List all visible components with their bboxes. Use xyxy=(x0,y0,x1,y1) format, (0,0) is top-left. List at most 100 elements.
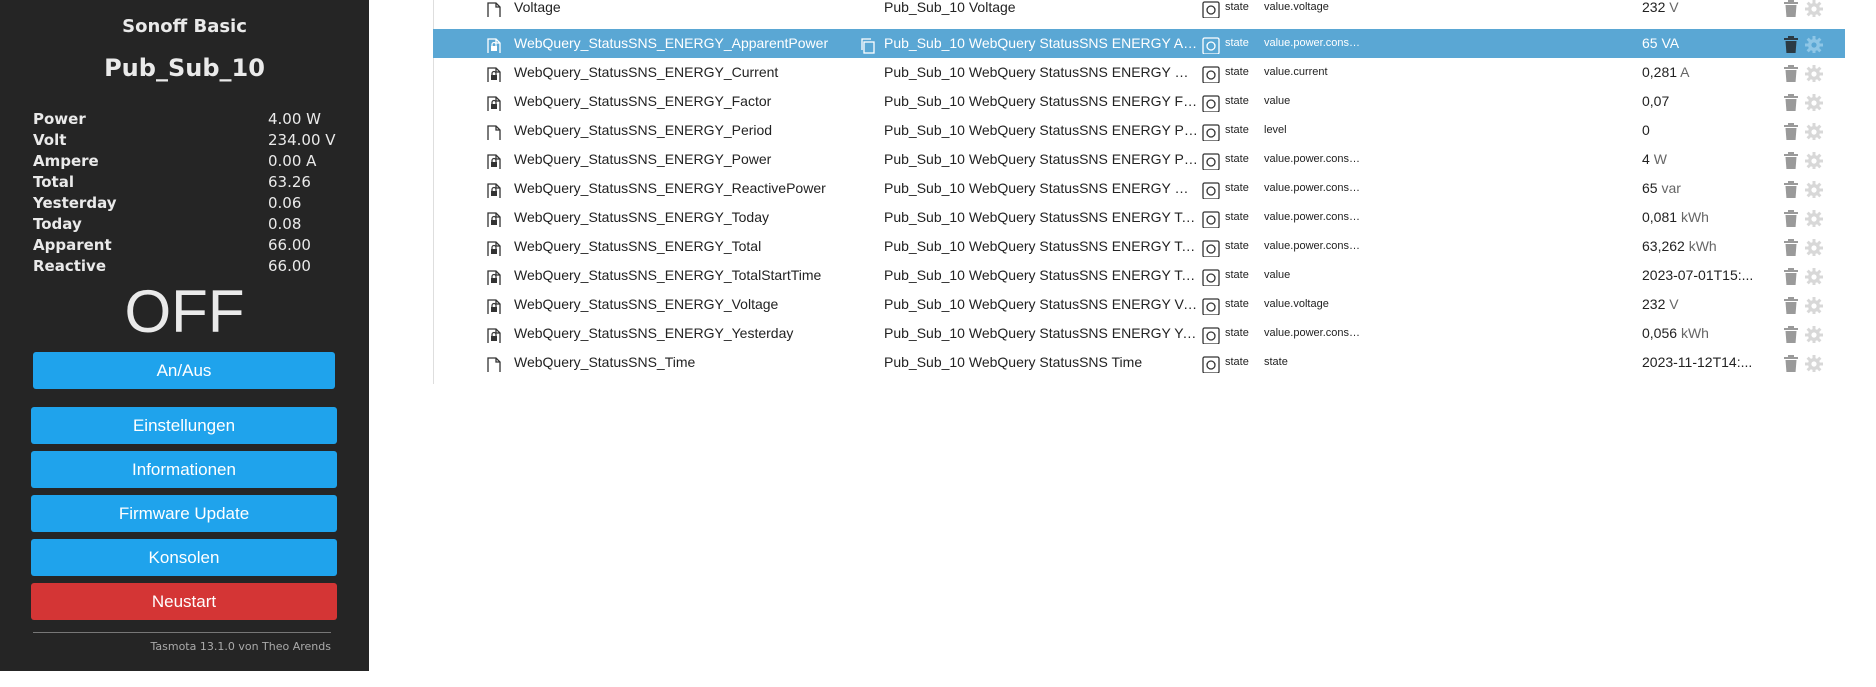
copy-icon[interactable] xyxy=(859,36,877,54)
sensor-label: Reactive xyxy=(33,257,107,275)
object-value[interactable]: 232 V xyxy=(1642,290,1762,319)
settings-gear-icon[interactable] xyxy=(1805,122,1823,140)
restart-button[interactable]: Neustart xyxy=(31,583,337,620)
delete-icon[interactable] xyxy=(1784,35,1798,53)
object-id: WebQuery_StatusSNS_ENERGY_TotalStartTime xyxy=(514,267,822,283)
table-row[interactable]: WebQuery_StatusSNS_ENERGY_ReactivePower P… xyxy=(433,174,1845,203)
file-lock-icon xyxy=(487,268,501,285)
state-type-icon xyxy=(1202,36,1220,54)
state-type-icon xyxy=(1202,297,1220,315)
toggle-button[interactable]: An/Aus xyxy=(33,352,335,389)
object-type: state xyxy=(1225,269,1249,281)
delete-icon[interactable] xyxy=(1784,325,1798,343)
table-row[interactable]: WebQuery_StatusSNS_ENERGY_Factor Pub_Sub_… xyxy=(433,87,1845,116)
table-row[interactable]: WebQuery_StatusSNS_ENERGY_Today Pub_Sub_1… xyxy=(433,203,1845,232)
object-value[interactable]: 63,262 kWh xyxy=(1642,232,1762,261)
delete-icon[interactable] xyxy=(1784,209,1798,227)
object-role: level xyxy=(1264,124,1287,136)
value-number: 0,081 xyxy=(1642,209,1678,225)
delete-icon[interactable] xyxy=(1784,122,1798,140)
delete-icon[interactable] xyxy=(1784,151,1798,169)
delete-icon[interactable] xyxy=(1784,354,1798,372)
table-row[interactable]: WebQuery_StatusSNS_ENERGY_Total Pub_Sub_1… xyxy=(433,232,1845,261)
sensor-label: Power xyxy=(33,110,86,128)
state-type-icon xyxy=(1202,268,1220,286)
table-row[interactable]: WebQuery_StatusSNS_ENERGY_Power Pub_Sub_1… xyxy=(433,145,1845,174)
value-number: 2023-07-01T15:... xyxy=(1642,267,1754,283)
information-button[interactable]: Informationen xyxy=(31,451,337,488)
object-role: state xyxy=(1264,356,1288,368)
power-state: OFF xyxy=(124,278,245,345)
settings-gear-icon[interactable] xyxy=(1805,35,1823,53)
file-lock-icon xyxy=(487,36,501,53)
settings-gear-icon[interactable] xyxy=(1805,325,1823,343)
object-name: Pub_Sub_10 WebQuery StatusSNS ENERGY Pow… xyxy=(884,151,1198,167)
settings-button[interactable]: Einstellungen xyxy=(31,407,337,444)
delete-icon[interactable] xyxy=(1784,267,1798,285)
settings-gear-icon[interactable] xyxy=(1805,209,1823,227)
delete-icon[interactable] xyxy=(1784,93,1798,111)
object-value[interactable]: 0 xyxy=(1642,116,1762,145)
object-name: Pub_Sub_10 WebQuery StatusSNS ENERGY Tod… xyxy=(884,209,1198,225)
sensor-row: Today 0.08 xyxy=(33,214,343,235)
file-lock-icon xyxy=(487,210,501,227)
object-value[interactable]: 4 W xyxy=(1642,145,1762,174)
settings-gear-icon[interactable] xyxy=(1805,64,1823,82)
object-value[interactable]: 0,081 kWh xyxy=(1642,203,1762,232)
settings-gear-icon[interactable] xyxy=(1805,238,1823,256)
value-number: 0,056 xyxy=(1642,325,1678,341)
object-role: value.power.consumption xyxy=(1264,37,1364,49)
object-id: WebQuery_StatusSNS_Time xyxy=(514,354,696,370)
object-value[interactable]: 65 VA xyxy=(1642,29,1762,58)
sensor-value: 66.00 xyxy=(268,257,311,275)
table-row[interactable]: WebQuery_StatusSNS_ENERGY_TotalStartTime… xyxy=(433,261,1845,290)
settings-gear-icon[interactable] xyxy=(1805,354,1823,372)
sensor-value: 4.00 W xyxy=(268,110,321,128)
object-value[interactable]: 2023-11-12T14:... xyxy=(1642,348,1762,377)
object-value[interactable]: 0,07 xyxy=(1642,87,1762,116)
settings-gear-icon[interactable] xyxy=(1805,267,1823,285)
table-row[interactable]: WebQuery_StatusSNS_Time Pub_Sub_10 WebQue… xyxy=(433,348,1845,377)
object-id: WebQuery_StatusSNS_ENERGY_Today xyxy=(514,209,769,225)
table-row[interactable]: WebQuery_StatusSNS_ENERGY_Current Pub_Sub… xyxy=(433,58,1845,87)
device-model: Sonoff Basic xyxy=(122,16,247,37)
table-row[interactable]: WebQuery_StatusSNS_ENERGY_Period Pub_Sub_… xyxy=(433,116,1845,145)
file-lock-icon xyxy=(487,239,501,256)
settings-gear-icon[interactable] xyxy=(1805,180,1823,198)
object-value[interactable]: 2023-07-01T15:... xyxy=(1642,261,1762,290)
delete-icon[interactable] xyxy=(1784,180,1798,198)
settings-gear-icon[interactable] xyxy=(1805,93,1823,111)
object-role: value.current xyxy=(1264,66,1328,78)
value-number: 4 xyxy=(1642,151,1650,167)
delete-icon[interactable] xyxy=(1784,0,1798,17)
file-lock-icon xyxy=(487,152,501,169)
object-value[interactable]: 65 var xyxy=(1642,174,1762,203)
object-id: WebQuery_StatusSNS_ENERGY_Factor xyxy=(514,93,772,109)
object-name: Pub_Sub_10 WebQuery StatusSNS ENERGY Yes… xyxy=(884,325,1198,341)
object-type: state xyxy=(1225,37,1249,49)
object-role: value.power.consumption xyxy=(1264,182,1364,194)
console-button[interactable]: Konsolen xyxy=(31,539,337,576)
firmware-update-button[interactable]: Firmware Update xyxy=(31,495,337,532)
object-value[interactable]: 0,056 kWh xyxy=(1642,319,1762,348)
value-unit: A xyxy=(1680,64,1690,80)
value-number: 65 xyxy=(1642,35,1658,51)
delete-icon[interactable] xyxy=(1784,64,1798,82)
file-lock-icon xyxy=(487,65,501,82)
settings-gear-icon[interactable] xyxy=(1805,296,1823,314)
table-row[interactable]: WebQuery_StatusSNS_ENERGY_Yesterday Pub_S… xyxy=(433,319,1845,348)
sensor-table: Power 4.00 W Volt 234.00 V Ampere 0.00 A To… xyxy=(33,109,343,277)
table-row[interactable]: WebQuery_StatusSNS_ENERGY_ApparentPower P… xyxy=(433,29,1845,58)
object-value[interactable]: 232 V xyxy=(1642,0,1762,22)
delete-icon[interactable] xyxy=(1784,238,1798,256)
table-row[interactable]: WebQuery_StatusSNS_ENERGY_Voltage Pub_Sub… xyxy=(433,290,1845,319)
file-icon xyxy=(487,0,501,17)
settings-gear-icon[interactable] xyxy=(1805,151,1823,169)
object-type: state xyxy=(1225,211,1249,223)
table-row[interactable]: Voltage Pub_Sub_10 Voltage state value.volt… xyxy=(433,0,1845,22)
delete-icon[interactable] xyxy=(1784,296,1798,314)
object-value[interactable]: 0,281 A xyxy=(1642,58,1762,87)
sensor-value: 63.26 xyxy=(268,173,311,191)
settings-gear-icon[interactable] xyxy=(1805,0,1823,17)
file-lock-icon xyxy=(487,297,501,314)
